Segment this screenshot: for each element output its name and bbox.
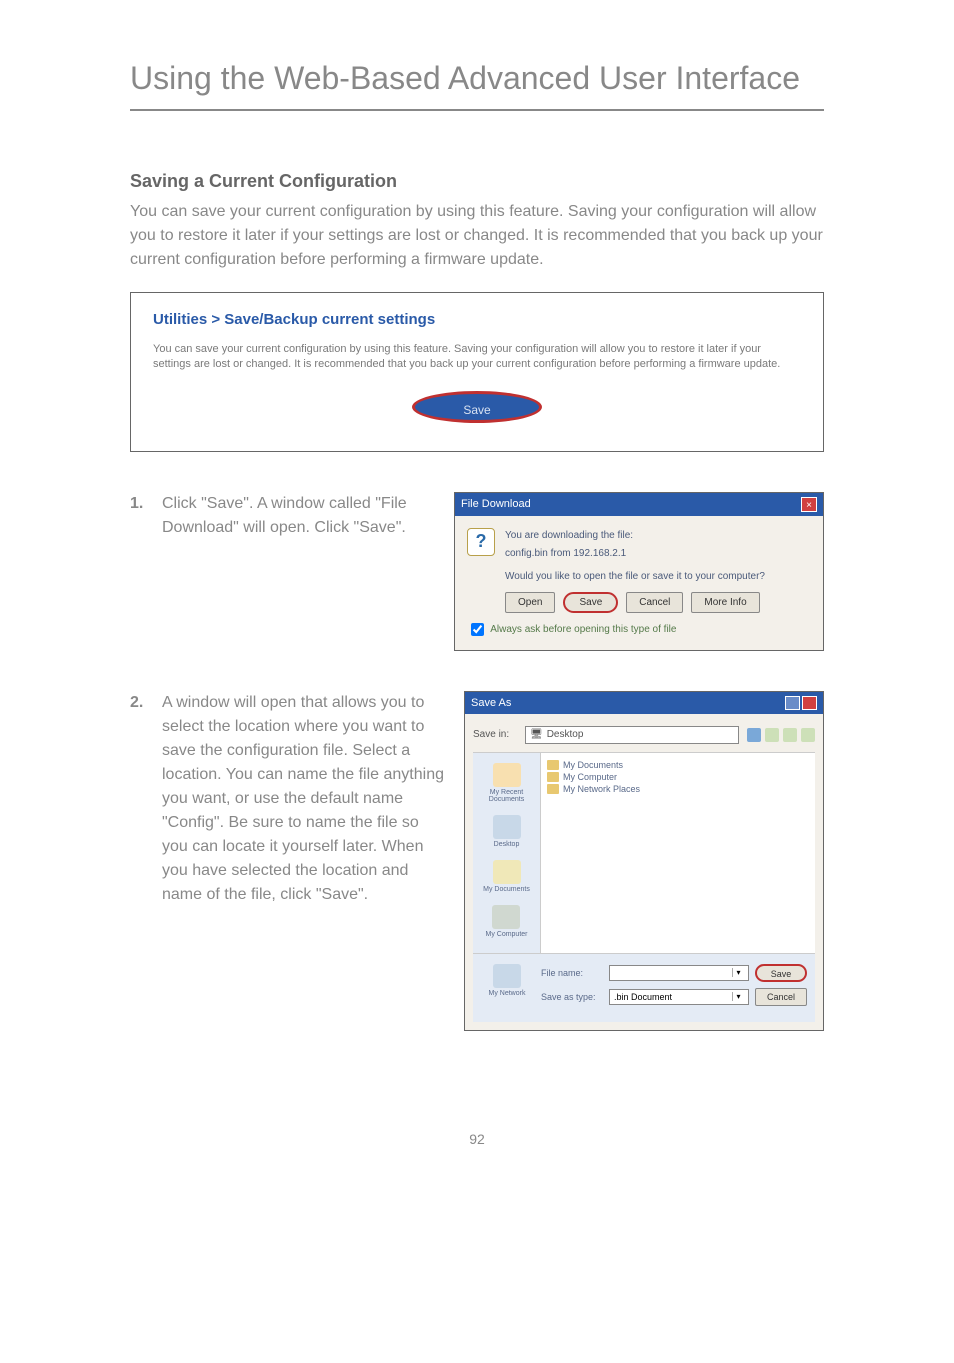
always-ask-input[interactable] bbox=[471, 623, 484, 636]
section-heading: Saving a Current Configuration bbox=[130, 171, 824, 192]
saveas-titlebar: Save As bbox=[465, 692, 823, 714]
save-button[interactable]: Save bbox=[412, 391, 542, 423]
save-as-dialog: Save As Save in: 🖥 Desktop bbox=[464, 691, 824, 1031]
network-icon bbox=[493, 964, 521, 988]
up-icon[interactable] bbox=[765, 728, 779, 742]
sidebar-recent[interactable]: My Recent Documents bbox=[473, 759, 540, 807]
desktop-icon bbox=[493, 815, 521, 839]
settings-panel: Utilities > Save/Backup current settings… bbox=[130, 292, 824, 452]
dialog-title: File Download bbox=[461, 498, 531, 510]
folder-icon bbox=[547, 784, 559, 794]
step-two-number: 2. bbox=[130, 691, 150, 907]
newfolder-icon[interactable] bbox=[783, 728, 797, 742]
step-one-number: 1. bbox=[130, 492, 150, 540]
panel-title: Utilities > Save/Backup current settings bbox=[153, 311, 801, 328]
savein-label: Save in: bbox=[473, 729, 517, 740]
download-msg-line2: config.bin from 192.168.2.1 bbox=[505, 546, 633, 561]
views-icon[interactable] bbox=[801, 728, 815, 742]
saveas-save-button[interactable]: Save bbox=[755, 964, 807, 982]
download-prompt: Would you like to open the file or save … bbox=[505, 571, 811, 582]
question-icon: ? bbox=[467, 528, 495, 556]
step-two-text: A window will open that allows you to se… bbox=[162, 691, 444, 907]
folder-icon bbox=[547, 772, 559, 782]
computer-icon bbox=[492, 905, 520, 929]
recent-icon bbox=[493, 763, 521, 787]
always-ask-checkbox[interactable]: Always ask before opening this type of f… bbox=[471, 623, 811, 636]
filename-input[interactable]: ▾ bbox=[609, 965, 749, 981]
desktop-icon: 🖥 bbox=[530, 729, 543, 740]
close-icon[interactable]: × bbox=[801, 497, 817, 512]
file-download-dialog: File Download × ? You are downloading th… bbox=[454, 492, 824, 651]
page-number: 92 bbox=[130, 1131, 824, 1147]
savetype-label: Save as type: bbox=[541, 992, 603, 1002]
file-item[interactable]: My Documents bbox=[547, 759, 809, 771]
intro-text: You can save your current configuration … bbox=[130, 200, 824, 272]
always-ask-label: Always ask before opening this type of f… bbox=[490, 624, 676, 635]
more-info-button[interactable]: More Info bbox=[691, 592, 759, 613]
close-icon[interactable] bbox=[802, 696, 817, 710]
places-sidebar: My Recent Documents Desktop My Documents… bbox=[473, 753, 541, 953]
open-button[interactable]: Open bbox=[505, 592, 555, 613]
sidebar-mynet[interactable]: My Network bbox=[481, 964, 533, 1012]
cancel-button[interactable]: Cancel bbox=[626, 592, 683, 613]
help-icon[interactable] bbox=[785, 696, 800, 710]
download-msg-line1: You are downloading the file: bbox=[505, 528, 633, 543]
chevron-down-icon[interactable]: ▾ bbox=[732, 968, 744, 977]
filename-label: File name: bbox=[541, 968, 603, 978]
file-pane[interactable]: My Documents My Computer My Network Plac… bbox=[541, 753, 815, 953]
chevron-down-icon[interactable]: ▾ bbox=[732, 992, 744, 1001]
page-title: Using the Web-Based Advanced User Interf… bbox=[130, 60, 824, 111]
savetype-input[interactable]: .bin Document▾ bbox=[609, 989, 749, 1005]
saveas-title: Save As bbox=[471, 697, 511, 709]
file-item[interactable]: My Computer bbox=[547, 771, 809, 783]
panel-description: You can save your current configuration … bbox=[153, 342, 801, 373]
savein-combo[interactable]: 🖥 Desktop bbox=[525, 726, 739, 744]
folder-icon bbox=[493, 860, 521, 884]
saveas-cancel-button[interactable]: Cancel bbox=[755, 988, 807, 1006]
back-icon[interactable] bbox=[747, 728, 761, 742]
savein-value: Desktop bbox=[547, 729, 584, 740]
folder-icon bbox=[547, 760, 559, 770]
dialog-save-button[interactable]: Save bbox=[563, 592, 618, 613]
step-one-text: Click "Save". A window called "File Down… bbox=[162, 492, 434, 540]
dialog-titlebar: File Download × bbox=[455, 493, 823, 516]
file-item[interactable]: My Network Places bbox=[547, 783, 809, 795]
sidebar-mydocs[interactable]: My Documents bbox=[481, 856, 532, 897]
sidebar-mycomp[interactable]: My Computer bbox=[483, 901, 529, 942]
sidebar-desktop[interactable]: Desktop bbox=[491, 811, 523, 852]
